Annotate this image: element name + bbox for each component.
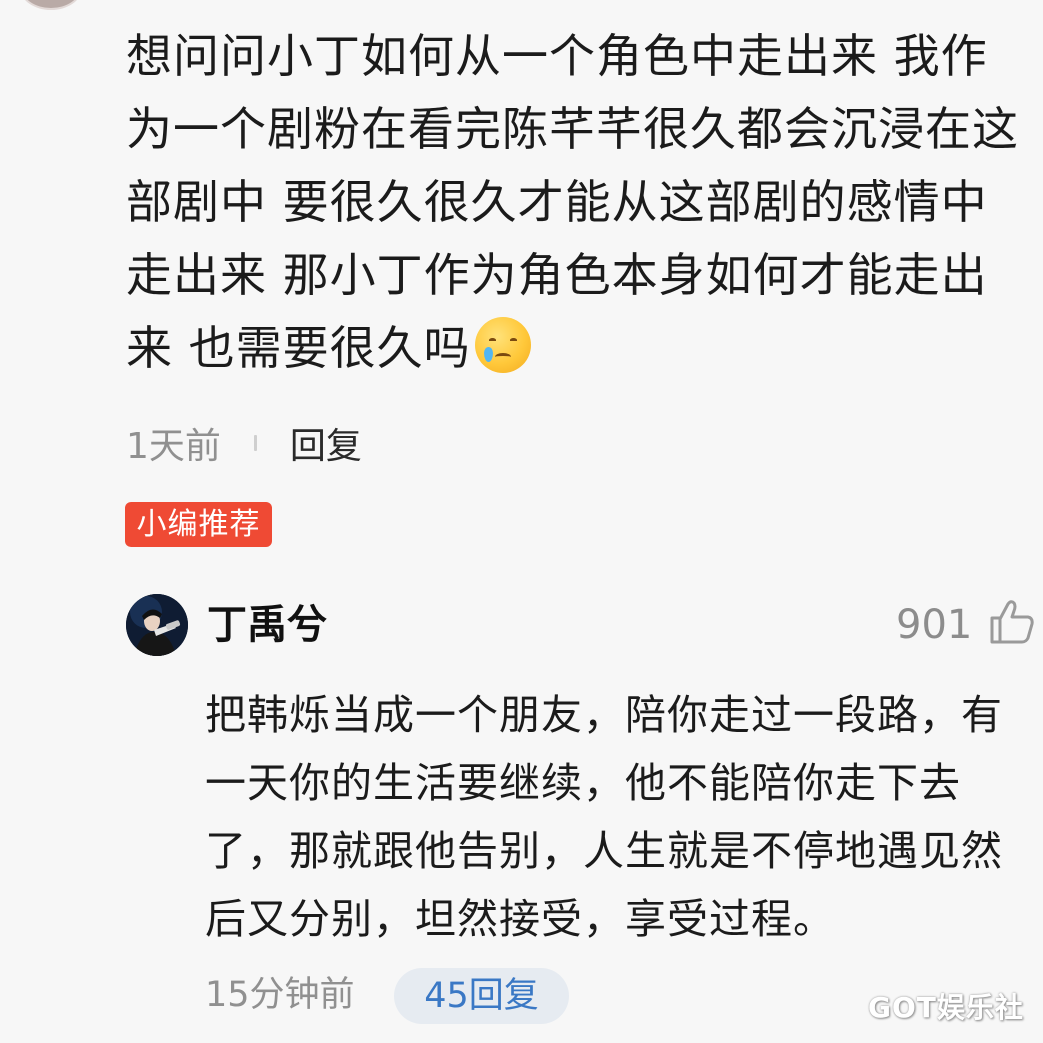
commenter-avatar[interactable] (20, 0, 82, 10)
reply-author-name[interactable]: 丁禹兮 (207, 598, 327, 652)
comment-time: 1天前 (126, 426, 221, 467)
divider (253, 435, 257, 451)
avatar-image (126, 594, 188, 656)
reply-button[interactable]: 回复 (290, 417, 362, 469)
view-replies-button[interactable]: 45回复 (394, 968, 569, 1024)
comment-meta: 1天前 回复 (126, 418, 362, 468)
comment-text: 想问问小丁如何从一个角色中走出来 我作为一个剧粉在看完陈芊芊很久都会沉浸在这部剧… (126, 29, 1019, 375)
thumbs-up-icon[interactable] (988, 598, 1036, 646)
editor-pick-badge: 小编推荐 (125, 502, 272, 547)
reply-time: 15分钟前 (205, 975, 355, 1015)
comment-thread: 想问问小丁如何从一个角色中走出来 我作为一个剧粉在看完陈芊芊很久都会沉浸在这部剧… (0, 0, 1043, 1043)
reply-body: 把韩烁当成一个朋友，陪你走过一段路，有一天你的生活要继续，他不能陪你走下去了，那… (205, 691, 1003, 943)
reply-author-avatar[interactable] (126, 594, 188, 656)
watermark: GOT娱乐社 (868, 991, 1024, 1024)
crying-face-icon (474, 317, 531, 373)
like-count: 901 (896, 602, 973, 648)
comment-body: 想问问小丁如何从一个角色中走出来 我作为一个剧粉在看完陈芊芊很久都会沉浸在这部剧… (126, 20, 1031, 385)
